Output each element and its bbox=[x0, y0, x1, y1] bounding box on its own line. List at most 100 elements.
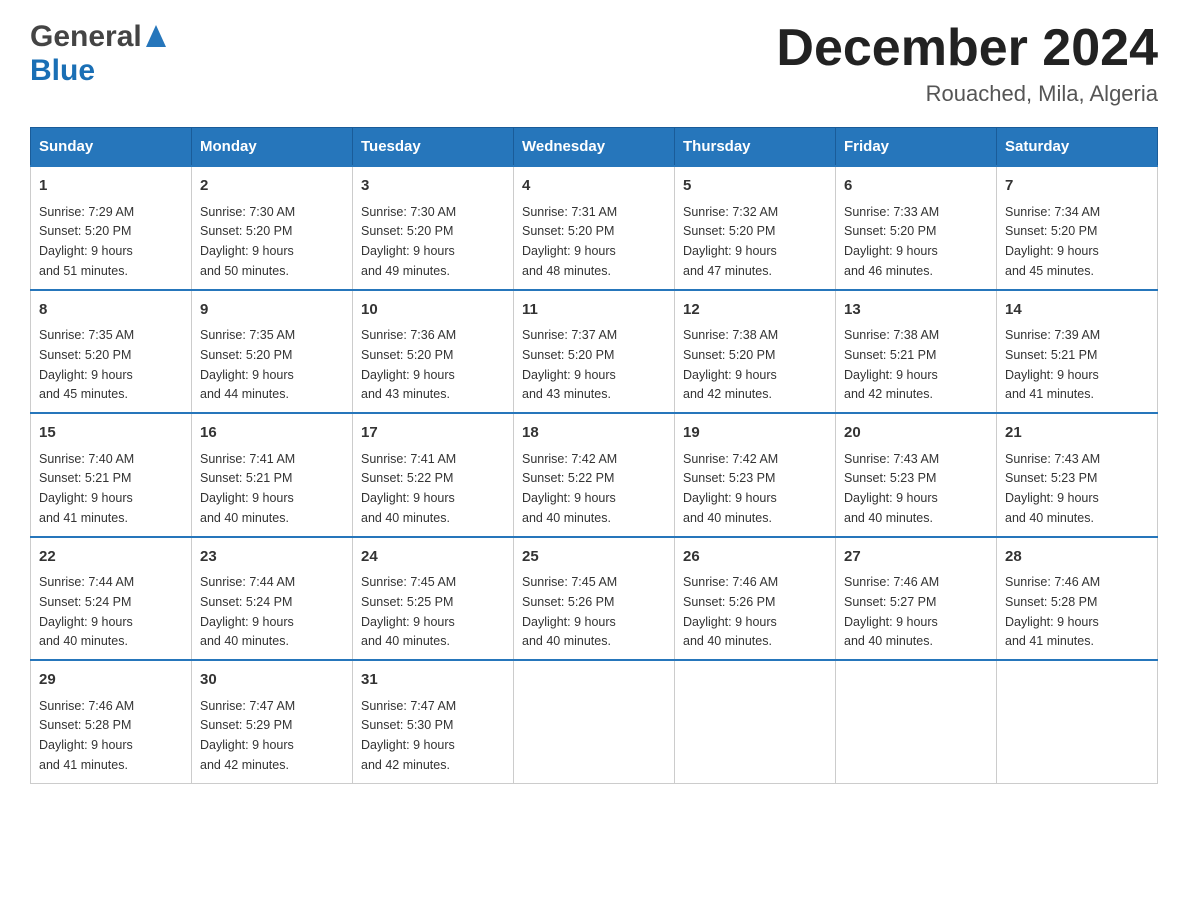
calendar-cell: 31Sunrise: 7:47 AMSunset: 5:30 PMDayligh… bbox=[353, 660, 514, 783]
calendar-cell: 8 Sunrise: 7:35 AMSunset: 5:20 PMDaylight… bbox=[31, 290, 192, 414]
calendar-cell: 4 Sunrise: 7:31 AMSunset: 5:20 PMDaylight… bbox=[514, 166, 675, 290]
calendar-cell: 28Sunrise: 7:46 AMSunset: 5:28 PMDayligh… bbox=[997, 537, 1158, 661]
header-sunday: Sunday bbox=[31, 128, 192, 167]
day-number: 23 bbox=[200, 546, 344, 569]
calendar-cell: 19 Sunrise: 7:42 AMSunset: 5:23 PMDayligh… bbox=[675, 413, 836, 537]
day-number: 12 bbox=[683, 299, 827, 322]
day-number: 9 bbox=[200, 299, 344, 322]
day-info: Sunrise: 7:45 AMSunset: 5:25 PMDaylight:… bbox=[361, 575, 456, 648]
day-info: Sunrise: 7:46 AMSunset: 5:28 PMDaylight:… bbox=[39, 699, 134, 772]
calendar-cell: 25Sunrise: 7:45 AMSunset: 5:26 PMDayligh… bbox=[514, 537, 675, 661]
day-info: Sunrise: 7:38 AMSunset: 5:21 PMDaylight:… bbox=[844, 328, 939, 401]
calendar-cell: 10Sunrise: 7:36 AMSunset: 5:20 PMDayligh… bbox=[353, 290, 514, 414]
header-monday: Monday bbox=[192, 128, 353, 167]
calendar-cell: 1 Sunrise: 7:29 AMSunset: 5:20 PMDaylight… bbox=[31, 166, 192, 290]
day-number: 27 bbox=[844, 546, 988, 569]
calendar-week-row: 1 Sunrise: 7:29 AMSunset: 5:20 PMDaylight… bbox=[31, 166, 1158, 290]
day-info: Sunrise: 7:46 AMSunset: 5:28 PMDaylight:… bbox=[1005, 575, 1100, 648]
day-number: 20 bbox=[844, 422, 988, 445]
calendar-cell: 7Sunrise: 7:34 AMSunset: 5:20 PMDaylight… bbox=[997, 166, 1158, 290]
day-number: 3 bbox=[361, 175, 505, 198]
logo-blue-text: Blue bbox=[30, 54, 95, 88]
calendar-cell: 16 Sunrise: 7:41 AMSunset: 5:21 PMDayligh… bbox=[192, 413, 353, 537]
calendar-cell: 9 Sunrise: 7:35 AMSunset: 5:20 PMDaylight… bbox=[192, 290, 353, 414]
day-number: 15 bbox=[39, 422, 183, 445]
calendar-cell: 5 Sunrise: 7:32 AMSunset: 5:20 PMDaylight… bbox=[675, 166, 836, 290]
day-number: 10 bbox=[361, 299, 505, 322]
day-info: Sunrise: 7:43 AMSunset: 5:23 PMDaylight:… bbox=[1005, 452, 1100, 525]
calendar-cell bbox=[514, 660, 675, 783]
day-number: 19 bbox=[683, 422, 827, 445]
day-info: Sunrise: 7:42 AMSunset: 5:23 PMDaylight:… bbox=[683, 452, 778, 525]
calendar-cell: 15 Sunrise: 7:40 AMSunset: 5:21 PMDayligh… bbox=[31, 413, 192, 537]
calendar-table: SundayMondayTuesdayWednesdayThursdayFrid… bbox=[30, 127, 1158, 784]
day-info: Sunrise: 7:44 AMSunset: 5:24 PMDaylight:… bbox=[200, 575, 295, 648]
day-number: 29 bbox=[39, 669, 183, 692]
day-info: Sunrise: 7:31 AMSunset: 5:20 PMDaylight:… bbox=[522, 205, 617, 278]
day-number: 14 bbox=[1005, 299, 1149, 322]
day-number: 13 bbox=[844, 299, 988, 322]
day-info: Sunrise: 7:46 AMSunset: 5:27 PMDaylight:… bbox=[844, 575, 939, 648]
calendar-cell: 30 Sunrise: 7:47 AMSunset: 5:29 PMDayligh… bbox=[192, 660, 353, 783]
day-info: Sunrise: 7:41 AMSunset: 5:21 PMDaylight:… bbox=[200, 452, 295, 525]
calendar-cell: 14 Sunrise: 7:39 AMSunset: 5:21 PMDayligh… bbox=[997, 290, 1158, 414]
day-number: 18 bbox=[522, 422, 666, 445]
header-friday: Friday bbox=[836, 128, 997, 167]
calendar-cell: 24 Sunrise: 7:45 AMSunset: 5:25 PMDayligh… bbox=[353, 537, 514, 661]
day-info: Sunrise: 7:35 AMSunset: 5:20 PMDaylight:… bbox=[39, 328, 134, 401]
day-number: 1 bbox=[39, 175, 183, 198]
day-info: Sunrise: 7:43 AMSunset: 5:23 PMDaylight:… bbox=[844, 452, 939, 525]
title-section: December 2024 Rouached, Mila, Algeria bbox=[776, 20, 1158, 107]
day-info: Sunrise: 7:44 AMSunset: 5:24 PMDaylight:… bbox=[39, 575, 134, 648]
calendar-cell: 21 Sunrise: 7:43 AMSunset: 5:23 PMDayligh… bbox=[997, 413, 1158, 537]
calendar-cell: 20 Sunrise: 7:43 AMSunset: 5:23 PMDayligh… bbox=[836, 413, 997, 537]
header-tuesday: Tuesday bbox=[353, 128, 514, 167]
page-header: General Blue December 2024 Rouached, Mil… bbox=[30, 20, 1158, 107]
day-number: 22 bbox=[39, 546, 183, 569]
day-number: 24 bbox=[361, 546, 505, 569]
day-info: Sunrise: 7:29 AMSunset: 5:20 PMDaylight:… bbox=[39, 205, 134, 278]
day-info: Sunrise: 7:47 AMSunset: 5:29 PMDaylight:… bbox=[200, 699, 295, 772]
day-info: Sunrise: 7:32 AMSunset: 5:20 PMDaylight:… bbox=[683, 205, 778, 278]
day-info: Sunrise: 7:37 AMSunset: 5:20 PMDaylight:… bbox=[522, 328, 617, 401]
calendar-cell: 27 Sunrise: 7:46 AMSunset: 5:27 PMDayligh… bbox=[836, 537, 997, 661]
day-number: 2 bbox=[200, 175, 344, 198]
calendar-cell: 13 Sunrise: 7:38 AMSunset: 5:21 PMDayligh… bbox=[836, 290, 997, 414]
day-number: 30 bbox=[200, 669, 344, 692]
day-number: 16 bbox=[200, 422, 344, 445]
day-info: Sunrise: 7:38 AMSunset: 5:20 PMDaylight:… bbox=[683, 328, 778, 401]
calendar-cell: 23 Sunrise: 7:44 AMSunset: 5:24 PMDayligh… bbox=[192, 537, 353, 661]
calendar-week-row: 29 Sunrise: 7:46 AMSunset: 5:28 PMDayligh… bbox=[31, 660, 1158, 783]
logo-triangle-icon bbox=[146, 25, 166, 47]
day-info: Sunrise: 7:39 AMSunset: 5:21 PMDaylight:… bbox=[1005, 328, 1100, 401]
day-info: Sunrise: 7:47 AMSunset: 5:30 PMDaylight:… bbox=[361, 699, 456, 772]
calendar-cell: 22 Sunrise: 7:44 AMSunset: 5:24 PMDayligh… bbox=[31, 537, 192, 661]
logo-general-text: General bbox=[30, 20, 142, 54]
calendar-cell bbox=[997, 660, 1158, 783]
day-info: Sunrise: 7:46 AMSunset: 5:26 PMDaylight:… bbox=[683, 575, 778, 648]
day-number: 4 bbox=[522, 175, 666, 198]
logo: General Blue bbox=[30, 20, 166, 88]
day-number: 7 bbox=[1005, 175, 1149, 198]
calendar-week-row: 8 Sunrise: 7:35 AMSunset: 5:20 PMDaylight… bbox=[31, 290, 1158, 414]
day-info: Sunrise: 7:42 AMSunset: 5:22 PMDaylight:… bbox=[522, 452, 617, 525]
calendar-header-row: SundayMondayTuesdayWednesdayThursdayFrid… bbox=[31, 128, 1158, 167]
calendar-cell: 2Sunrise: 7:30 AMSunset: 5:20 PMDaylight… bbox=[192, 166, 353, 290]
calendar-cell: 12 Sunrise: 7:38 AMSunset: 5:20 PMDayligh… bbox=[675, 290, 836, 414]
calendar-cell: 18 Sunrise: 7:42 AMSunset: 5:22 PMDayligh… bbox=[514, 413, 675, 537]
day-info: Sunrise: 7:41 AMSunset: 5:22 PMDaylight:… bbox=[361, 452, 456, 525]
header-thursday: Thursday bbox=[675, 128, 836, 167]
day-info: Sunrise: 7:30 AMSunset: 5:20 PMDaylight:… bbox=[361, 205, 456, 278]
day-info: Sunrise: 7:35 AMSunset: 5:20 PMDaylight:… bbox=[200, 328, 295, 401]
day-number: 21 bbox=[1005, 422, 1149, 445]
day-number: 26 bbox=[683, 546, 827, 569]
calendar-cell bbox=[675, 660, 836, 783]
day-number: 5 bbox=[683, 175, 827, 198]
header-wednesday: Wednesday bbox=[514, 128, 675, 167]
calendar-cell: 17Sunrise: 7:41 AMSunset: 5:22 PMDayligh… bbox=[353, 413, 514, 537]
day-info: Sunrise: 7:40 AMSunset: 5:21 PMDaylight:… bbox=[39, 452, 134, 525]
day-number: 8 bbox=[39, 299, 183, 322]
calendar-cell: 3 Sunrise: 7:30 AMSunset: 5:20 PMDaylight… bbox=[353, 166, 514, 290]
calendar-cell: 6Sunrise: 7:33 AMSunset: 5:20 PMDaylight… bbox=[836, 166, 997, 290]
calendar-cell: 11Sunrise: 7:37 AMSunset: 5:20 PMDayligh… bbox=[514, 290, 675, 414]
